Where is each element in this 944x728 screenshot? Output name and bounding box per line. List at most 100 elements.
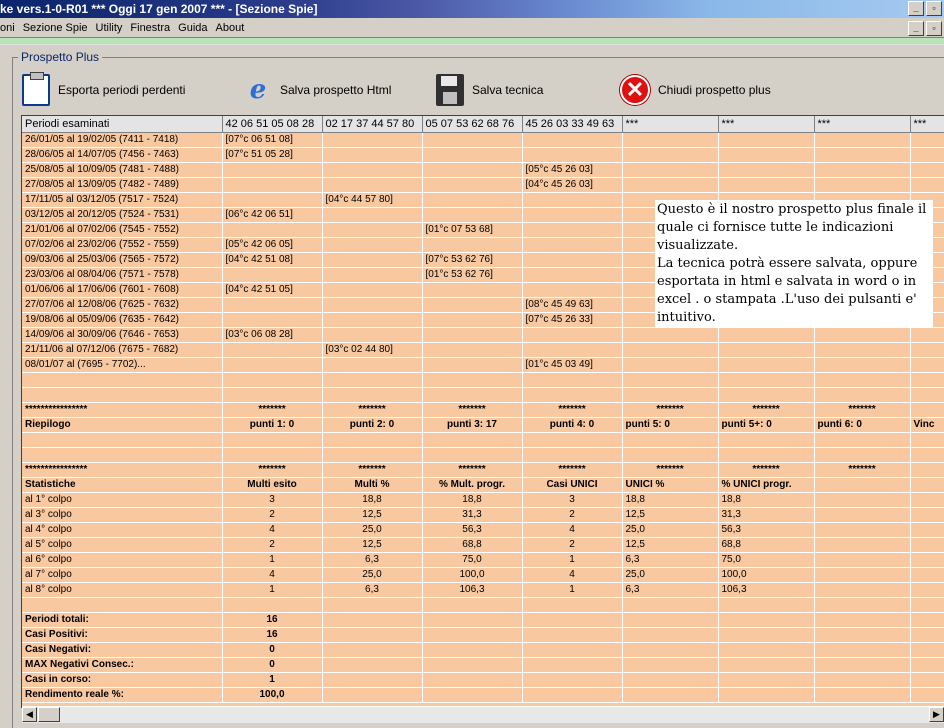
total-row: MAX Negativi Consec.: 0 bbox=[22, 657, 944, 673]
separator-stars: ******* bbox=[522, 402, 623, 418]
period-label: 03/12/05 al 20/12/05 (7524 - 7531) bbox=[22, 207, 223, 223]
statistiche-cell: 2 bbox=[522, 537, 623, 553]
hit-cell: [04°c 42 51 08] bbox=[222, 252, 323, 268]
separator-stars: ******* bbox=[222, 462, 323, 478]
export-label: Esporta periodi perdenti bbox=[58, 83, 186, 97]
hit-cell bbox=[322, 207, 423, 223]
empty-cell bbox=[910, 507, 944, 523]
statistiche-cell: 12,5 bbox=[322, 537, 423, 553]
save-tech-button[interactable]: Salva tecnica bbox=[436, 72, 543, 108]
empty-cell bbox=[814, 642, 911, 658]
empty-cell bbox=[718, 447, 815, 463]
total-row: Periodi totali: 16 bbox=[22, 612, 944, 628]
statistiche-row: al 5° colpo 2 12,5 68,8 2 12,5 68,8 bbox=[22, 537, 944, 553]
statistiche-row: al 4° colpo 4 25,0 56,3 4 25,0 56,3 bbox=[22, 522, 944, 538]
minimize-button[interactable]: _ bbox=[908, 1, 924, 16]
empty-cell bbox=[422, 657, 523, 673]
menu-guida[interactable]: Guida bbox=[178, 22, 213, 34]
empty-cell bbox=[322, 612, 423, 628]
statistiche-header-row: Statistiche Multi esito Multi %% Mult. pro… bbox=[22, 477, 944, 493]
empty-cell bbox=[814, 147, 911, 163]
empty-cell bbox=[322, 372, 423, 388]
empty-cell bbox=[814, 507, 911, 523]
period-label: 17/11/05 al 03/12/05 (7517 - 7524) bbox=[22, 192, 223, 208]
statistiche-cell: 12,5 bbox=[322, 507, 423, 523]
hit-cell: [08°c 45 49 63] bbox=[522, 297, 623, 313]
statistiche-cell: 6,3 bbox=[622, 582, 719, 598]
scroll-thumb[interactable] bbox=[38, 707, 60, 722]
hit-cell bbox=[422, 342, 523, 358]
hit-cell bbox=[522, 327, 623, 343]
menu-utility[interactable]: Utility bbox=[96, 22, 129, 34]
empty-cell bbox=[522, 597, 623, 613]
empty-cell bbox=[814, 477, 911, 493]
statistiche-cell: al 5° colpo bbox=[22, 537, 223, 553]
close-prospetto-button[interactable]: ✕ Chiudi prospetto plus bbox=[620, 72, 771, 108]
hit-cell bbox=[222, 222, 323, 238]
period-label: 27/07/06 al 12/08/06 (7625 - 7632) bbox=[22, 297, 223, 313]
restore-button[interactable]: ▫ bbox=[926, 1, 942, 16]
hit-cell bbox=[222, 162, 323, 178]
empty-cell bbox=[322, 657, 423, 673]
empty-cell bbox=[22, 387, 223, 403]
hit-cell bbox=[322, 297, 423, 313]
statistiche-header: Multi esito bbox=[222, 477, 323, 493]
empty-cell bbox=[814, 552, 911, 568]
empty-cell bbox=[322, 642, 423, 658]
period-label: 19/08/06 al 05/09/06 (7635 - 7642) bbox=[22, 312, 223, 328]
statistiche-header: Statistiche bbox=[22, 477, 223, 493]
scroll-left-arrow-icon[interactable]: ◀ bbox=[22, 707, 37, 722]
empty-cell bbox=[814, 342, 911, 358]
statistiche-cell: 31,3 bbox=[718, 507, 815, 523]
menu-finestra[interactable]: Finestra bbox=[130, 22, 176, 34]
empty-cell bbox=[910, 537, 944, 553]
empty-cell bbox=[910, 492, 944, 508]
scroll-right-arrow-icon[interactable]: ▶ bbox=[929, 707, 944, 722]
menu-sezione-spie[interactable]: Sezione Spie bbox=[23, 22, 94, 34]
riepilogo-cell: punti 2: 0 bbox=[322, 417, 423, 433]
period-label: 26/01/05 al 19/02/05 (7411 - 7418) bbox=[22, 132, 223, 148]
menu-bar: oni Sezione Spie Utility Finestra Guida … bbox=[0, 18, 944, 38]
empty-cell bbox=[910, 162, 944, 178]
empty-cell bbox=[910, 612, 944, 628]
close-icon: ✕ bbox=[620, 75, 650, 105]
statistiche-cell: 100,0 bbox=[718, 567, 815, 583]
statistiche-header: % Mult. progr. bbox=[422, 477, 523, 493]
hit-cell bbox=[522, 342, 623, 358]
empty-cell bbox=[718, 657, 815, 673]
child-minimize-button[interactable]: _ bbox=[908, 21, 924, 36]
hit-cell: [04°c 42 51 05] bbox=[222, 282, 323, 298]
hit-cell bbox=[522, 237, 623, 253]
child-restore-button[interactable]: ▫ bbox=[926, 21, 942, 36]
menu-about[interactable]: About bbox=[216, 22, 251, 34]
blank-row bbox=[22, 432, 944, 448]
hit-cell: [04°c 44 57 80] bbox=[322, 192, 423, 208]
separator-stars: ******* bbox=[222, 402, 323, 418]
empty-cell bbox=[910, 432, 944, 448]
hit-cell bbox=[222, 267, 323, 283]
statistiche-cell: 4 bbox=[222, 567, 323, 583]
export-button[interactable]: Esporta periodi perdenti bbox=[22, 72, 185, 108]
empty-cell bbox=[422, 372, 523, 388]
hit-cell bbox=[522, 282, 623, 298]
empty-cell bbox=[718, 342, 815, 358]
empty-cell bbox=[522, 687, 623, 703]
empty-cell bbox=[522, 447, 623, 463]
empty-cell bbox=[718, 627, 815, 643]
empty-cell bbox=[910, 132, 944, 148]
empty-cell bbox=[622, 357, 719, 373]
hit-cell bbox=[322, 312, 423, 328]
hit-cell: [01°c 45 03 49] bbox=[522, 357, 623, 373]
empty-cell bbox=[910, 687, 944, 703]
save-html-button[interactable]: e Salva prospetto Html bbox=[244, 72, 392, 108]
total-label: Casi in corso: bbox=[22, 672, 223, 688]
hit-cell: [05°c 42 06 05] bbox=[222, 237, 323, 253]
statistiche-cell: 2 bbox=[222, 507, 323, 523]
rendimento-label: Rendimento reale %: bbox=[22, 687, 223, 703]
empty-cell bbox=[322, 447, 423, 463]
empty-cell bbox=[718, 327, 815, 343]
menu-oni[interactable]: oni bbox=[0, 22, 21, 34]
horizontal-scrollbar[interactable]: ◀ ▶ bbox=[22, 706, 944, 723]
statistiche-cell: 18,8 bbox=[718, 492, 815, 508]
separator-row: **************** ******* ******* ******* ***… bbox=[22, 462, 944, 478]
